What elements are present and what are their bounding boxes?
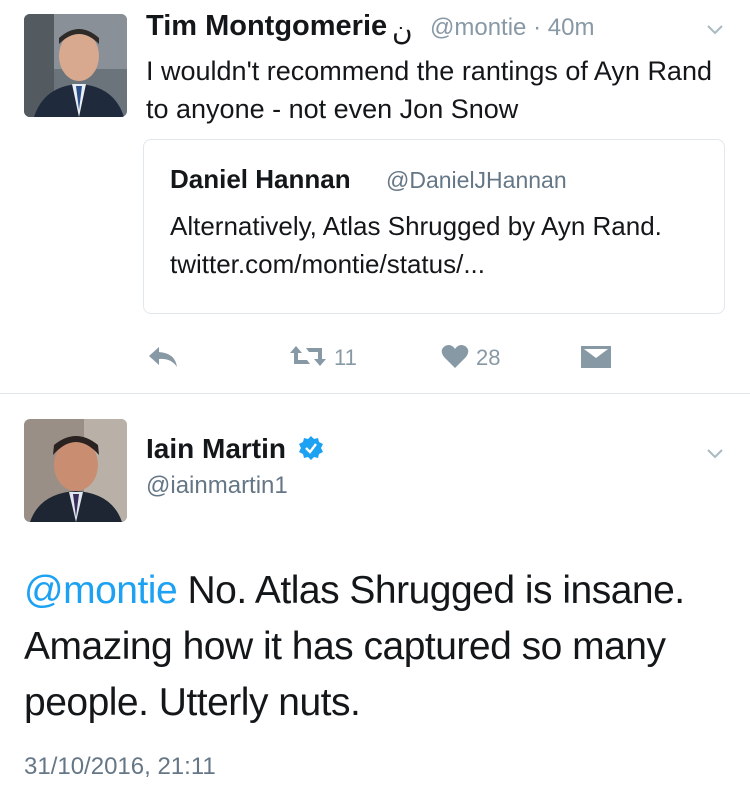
name-symbol: ن (392, 15, 413, 46)
author-name-text: Iain Martin (146, 433, 287, 464)
tweet-meta: @montie · 40m (430, 14, 594, 42)
direct-message-icon[interactable] (581, 346, 611, 368)
reply-icon[interactable] (147, 345, 179, 369)
like-count[interactable]: 28 (476, 345, 500, 371)
heart-icon[interactable] (441, 344, 469, 369)
tim-montgomerie-avatar[interactable] (24, 14, 127, 117)
tweet-text: I wouldn't recommend the rantings of Ayn… (146, 56, 712, 124)
chevron-down-icon[interactable] (707, 22, 723, 38)
tweet-timestamp[interactable]: 31/10/2016, 21:11 (24, 753, 216, 781)
verified-badge-icon (298, 436, 323, 460)
mention-link[interactable]: @montie (24, 569, 178, 612)
meta-separator: · (533, 14, 542, 41)
chevron-down-icon[interactable] (707, 446, 723, 462)
tweet-author-name[interactable]: Iain Martin (146, 433, 324, 465)
retweet-icon[interactable] (288, 344, 328, 368)
tweet-text: @montie No. Atlas Shrugged is insane. Am… (24, 563, 734, 731)
quoted-tweet-text: Alternatively, Atlas Shrugged by Ayn Ran… (170, 211, 662, 279)
tweet-handle[interactable]: @iainmartin1 (146, 472, 288, 500)
retweet-count[interactable]: 11 (334, 345, 357, 371)
tweet-divider (0, 393, 750, 394)
quoted-tweet-card[interactable]: Daniel Hannan @DanielJHannan Alternative… (143, 139, 725, 314)
tweet-handle[interactable]: @montie (430, 14, 526, 41)
tweet-author-name[interactable]: Tim Montgomerie (146, 10, 387, 43)
iain-martin-avatar[interactable] (24, 419, 127, 522)
quoted-author-name: Daniel Hannan (170, 164, 351, 194)
quoted-author-handle: @DanielJHannan (386, 167, 567, 193)
tweet-time-ago[interactable]: 40m (548, 14, 595, 41)
